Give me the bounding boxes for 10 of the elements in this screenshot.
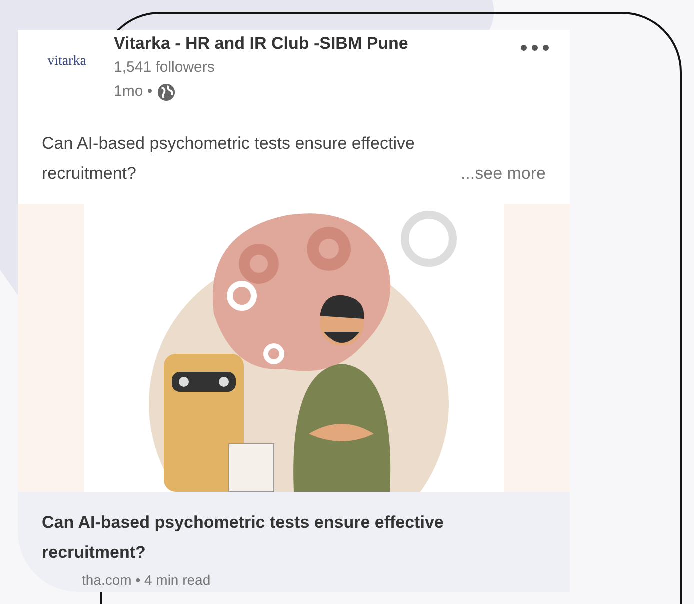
globe-icon — [156, 82, 176, 102]
author-name[interactable]: Vitarka - HR and IR Club -SIBM Pune — [114, 32, 520, 56]
post-text: Can AI-based psychometric tests ensure effective recruitment? — [42, 132, 416, 185]
more-options-icon[interactable] — [520, 44, 550, 52]
logo-text: vitarka — [48, 54, 86, 70]
follower-count: 1,541 followers — [114, 58, 216, 78]
post-time: 1mo • — [114, 82, 153, 102]
see-more-link[interactable]: ...see more — [460, 158, 546, 189]
article-source: tha.com • 4 min read — [81, 571, 212, 590]
article-headline[interactable]: Can AI-based psychometric tests ensure effective recruitment? — [42, 508, 546, 568]
